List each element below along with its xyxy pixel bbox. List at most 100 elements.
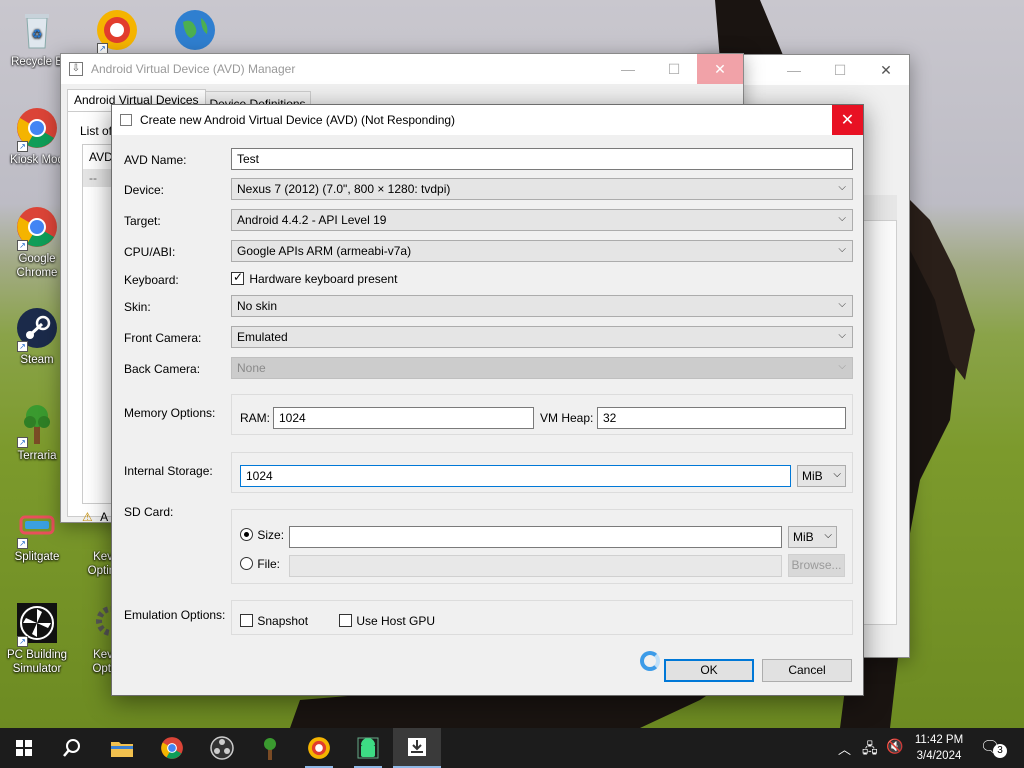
splitgate-icon: ↗ [15, 503, 59, 549]
internal-storage-unit-select[interactable]: MiB ⌵ [797, 465, 846, 487]
close-icon[interactable]: ✕ [863, 55, 909, 85]
maximize-icon[interactable]: ☐ [817, 55, 863, 85]
close-icon[interactable]: ✕ [697, 54, 743, 84]
tray-overflow-chevron-icon[interactable]: ︿ [838, 739, 851, 758]
sd-size-unit-select[interactable]: MiB ⌵ [788, 526, 837, 548]
shortcut-arrow-icon: ↗ [17, 636, 28, 647]
target-value: Android 4.4.2 - API Level 19 [237, 213, 387, 227]
network-icon[interactable]: 🖧 [862, 738, 878, 762]
chevron-down-icon: ⌵ [838, 244, 846, 255]
taskbar-obs[interactable] [198, 728, 246, 768]
android-icon [357, 737, 379, 759]
dialog-titlebar[interactable]: Create new Android Virtual Device (AVD) … [112, 105, 863, 135]
clock-date: 3/4/2024 [916, 750, 962, 762]
checkbox-checked-icon [231, 270, 244, 286]
create-avd-dialog[interactable]: Create new Android Virtual Device (AVD) … [111, 104, 864, 696]
chevron-down-icon: ⌵ [838, 299, 846, 310]
ram-label: RAM: [240, 411, 270, 425]
volume-muted-icon[interactable]: 🔇 [886, 738, 903, 755]
chevron-down-icon: ⌵ [838, 361, 846, 372]
minimize-icon[interactable]: — [605, 54, 651, 84]
browse-button[interactable]: Browse... [788, 554, 845, 577]
target-select[interactable]: Android 4.4.2 - API Level 19 ⌵ [231, 209, 853, 231]
taskbar-android-studio[interactable] [344, 728, 392, 768]
internal-storage-unit: MiB [802, 469, 823, 483]
chevron-down-icon: ⌵ [824, 530, 832, 541]
desktop-icon-label: Splitgate [14, 551, 60, 563]
radio-selected-icon [240, 528, 253, 542]
chevron-down-icon: ⌵ [833, 469, 841, 480]
sd-size-input[interactable] [289, 526, 782, 548]
avd-name-label: AVD Name: [124, 153, 187, 167]
cancel-button[interactable]: Cancel [762, 659, 852, 682]
browser-icon: ↗ [95, 8, 139, 54]
terraria-icon [264, 738, 276, 760]
device-value: Nexus 7 (2012) (7.0", 800 × 1280: tvdpi) [237, 182, 451, 196]
use-host-gpu-checkbox[interactable]: Use Host GPU [339, 613, 435, 628]
warning-line: ⚠ A [82, 510, 108, 524]
taskbar-file-explorer[interactable] [98, 728, 146, 768]
taskbar-chrome[interactable] [148, 728, 196, 768]
sd-card-label: SD Card: [124, 505, 174, 519]
clock[interactable]: 11:42 PM 3/4/2024 [908, 732, 970, 764]
avd-manager-titlebar[interactable]: ⇩ Android Virtual Device (AVD) Manager —… [61, 54, 743, 84]
start-button[interactable] [0, 728, 48, 768]
back-camera-row: Back Camera: None ⌵ [112, 357, 865, 381]
warning-text: A [100, 510, 109, 524]
close-icon[interactable]: ✕ [832, 105, 863, 135]
dialog-title: Create new Android Virtual Device (AVD) … [140, 113, 456, 127]
maximize-icon[interactable]: ☐ [651, 54, 697, 84]
internal-storage-group: 1024 MiB ⌵ [231, 452, 853, 493]
device-select[interactable]: Nexus 7 (2012) (7.0", 800 × 1280: tvdpi)… [231, 178, 853, 200]
background-window-header [861, 195, 897, 221]
back-camera-select[interactable]: None ⌵ [231, 357, 853, 379]
busy-cursor-icon [640, 651, 660, 671]
vm-heap-input[interactable]: 32 [597, 407, 846, 429]
skin-label: Skin: [124, 300, 151, 314]
ram-input[interactable]: 1024 [273, 407, 534, 429]
taskbar-avd-manager[interactable] [393, 728, 441, 768]
taskbar: ︿ 🖧 🔇 11:42 PM 3/4/2024 🗨 3 [0, 728, 1024, 768]
internal-storage-input[interactable]: 1024 [240, 465, 791, 487]
steam-icon: ↗ [15, 306, 59, 352]
search-icon [63, 739, 80, 757]
download-icon: ⇩ [69, 62, 83, 76]
desktop-icon-globe[interactable] [160, 8, 230, 55]
avd-name-input[interactable]: Test [231, 148, 853, 170]
desktop-icon-browser[interactable]: ↗ [82, 8, 152, 55]
list-label: List of [80, 124, 113, 138]
globe-icon [173, 8, 217, 52]
folder-icon [111, 742, 133, 757]
skin-value: No skin [237, 299, 278, 313]
avd-manager-title: Android Virtual Device (AVD) Manager [91, 62, 296, 76]
browser-icon [308, 737, 330, 759]
hardware-keyboard-label: Hardware keyboard present [249, 271, 398, 286]
emulation-options-label: Emulation Options: [124, 608, 226, 622]
snapshot-checkbox[interactable]: Snapshot [240, 613, 308, 628]
background-window-panel [861, 195, 897, 625]
sd-file-input[interactable] [289, 555, 782, 577]
notification-count: 3 [993, 744, 1007, 758]
sd-size-unit: MiB [793, 530, 814, 544]
sd-file-radio[interactable]: File: [240, 556, 280, 571]
sd-size-radio[interactable]: Size: [240, 527, 284, 542]
front-camera-select[interactable]: Emulated ⌵ [231, 326, 853, 348]
desktop-icon-pc-building-simulator[interactable]: ↗ PC Building Simulator [2, 601, 72, 676]
avd-name-row: AVD Name: Test [112, 148, 865, 172]
taskbar-terraria[interactable] [246, 728, 294, 768]
use-host-gpu-label: Use Host GPU [356, 613, 436, 628]
terraria-icon: ↗ [15, 402, 59, 448]
front-camera-row: Front Camera: Emulated ⌵ [112, 326, 865, 350]
cpu-select[interactable]: Google APIs ARM (armeabi-v7a) ⌵ [231, 240, 853, 262]
desktop-icon-label: PC Building [6, 649, 68, 661]
hardware-keyboard-checkbox[interactable]: Hardware keyboard present [231, 270, 398, 286]
chrome-icon: ↗ [15, 106, 59, 152]
skin-row: Skin: No skin ⌵ [112, 295, 865, 319]
skin-select[interactable]: No skin ⌵ [231, 295, 853, 317]
taskbar-browser[interactable] [295, 728, 343, 768]
chevron-down-icon: ⌵ [838, 330, 846, 341]
search-button[interactable] [48, 728, 96, 768]
minimize-icon[interactable]: — [771, 55, 817, 85]
ok-button[interactable]: OK [664, 659, 754, 682]
notifications-button[interactable]: 🗨 3 [980, 737, 1008, 759]
